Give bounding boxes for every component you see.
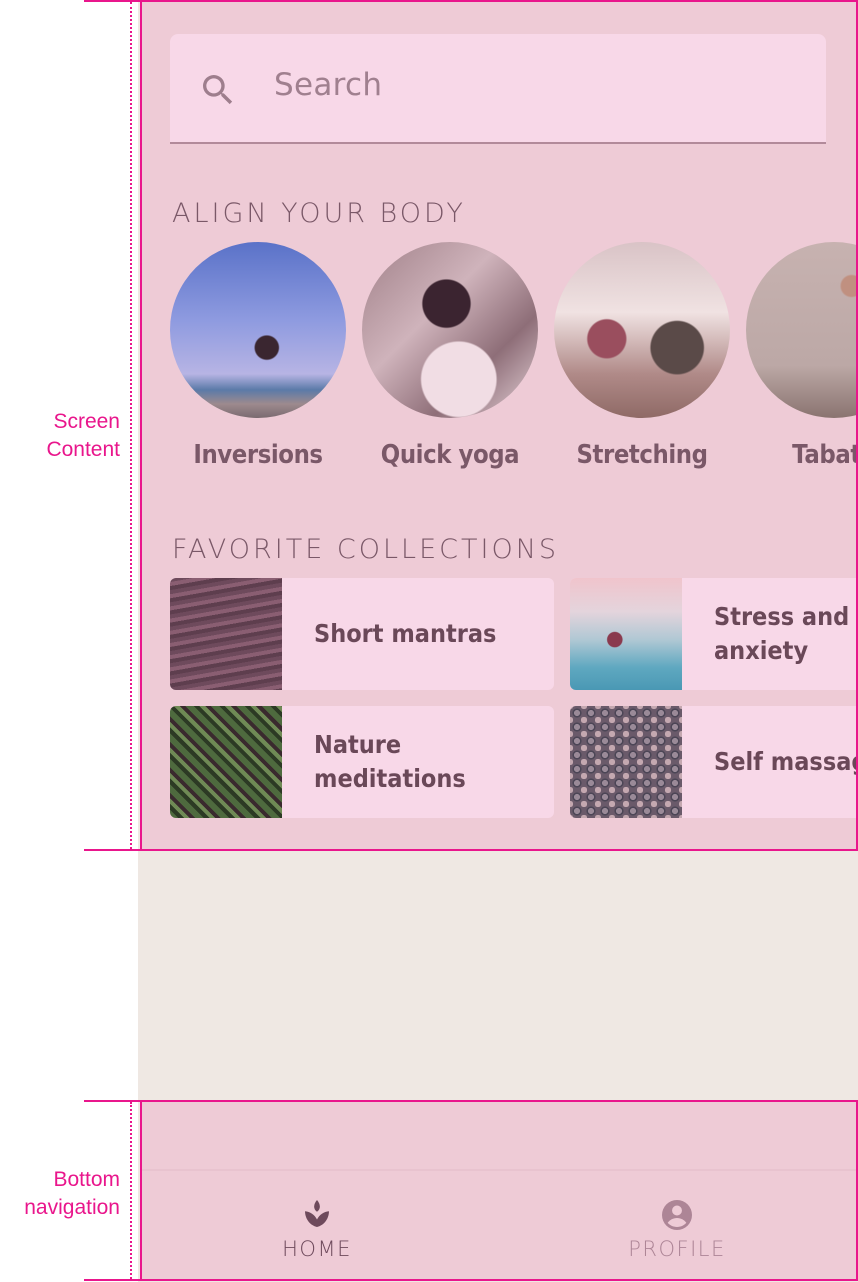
collection-card-self-massage[interactable]: Self massage (570, 706, 858, 818)
screen-content-top-marker (84, 0, 858, 2)
nav-item-profile[interactable]: PROFILE (577, 1197, 777, 1261)
annotation-text: Content (46, 438, 120, 461)
self-massage-image (570, 706, 682, 818)
search-placeholder[interactable]: Search (274, 67, 382, 103)
spa-icon (305, 1200, 329, 1227)
collection-card-nature-meditations[interactable]: Nature meditations (170, 706, 554, 818)
body-item-label: Stretching (576, 440, 708, 470)
collection-card-stress-and-anxiety[interactable]: Stress and anxiety (570, 578, 858, 690)
collection-card-short-mantras[interactable]: Short mantras (170, 578, 554, 690)
align-your-body-row[interactable]: Inversions Quick yoga Stretching Tabata (170, 242, 858, 470)
nav-label-home: HOME (282, 1237, 352, 1261)
search-icon (203, 75, 233, 105)
bottom-nav-bracket (130, 1102, 132, 1279)
body-item-stretching[interactable]: Stretching (554, 242, 730, 470)
inversions-image (170, 242, 346, 418)
screen-content-annotation: Screen Content (46, 408, 120, 464)
stress-and-anxiety-image (570, 578, 682, 690)
bottom-navigation: HOME PROFILE (140, 1101, 858, 1280)
account-circle-icon (662, 1200, 692, 1230)
favorite-collections-title: FAVORITE COLLECTIONS (172, 534, 560, 565)
body-item-inversions[interactable]: Inversions (170, 242, 346, 470)
quick-yoga-image (362, 242, 538, 418)
nature-meditations-image (170, 706, 282, 818)
bottom-navigation-annotation: Bottom navigation (24, 1166, 120, 1222)
body-item-quick-yoga[interactable]: Quick yoga (362, 242, 538, 470)
search-field[interactable]: Search (170, 34, 826, 144)
short-mantras-image (170, 578, 282, 690)
nav-label-profile: PROFILE (628, 1237, 726, 1261)
align-your-body-title: ALIGN YOUR BODY (172, 198, 466, 229)
tabata-image (746, 242, 858, 418)
collection-label: Stress and anxiety (714, 602, 850, 665)
body-item-label: Tabata (792, 440, 858, 470)
screen-content-left-marker (140, 0, 142, 851)
collection-label: Self massage (714, 747, 858, 776)
body-item-label: Inversions (193, 440, 323, 470)
annotation-text: Bottom (53, 1168, 120, 1191)
bottom-nav-bottom-marker (84, 1279, 858, 1281)
nav-divider (140, 1169, 858, 1171)
bottom-nav-top-marker (84, 1100, 858, 1102)
nav-item-home[interactable]: HOME (217, 1197, 417, 1261)
favorite-collections-grid: Short mantras Stress and anxiety Nature … (170, 578, 858, 818)
screen-content-bracket (130, 2, 132, 849)
body-item-tabata[interactable]: Tabata (746, 242, 858, 470)
stretching-image (554, 242, 730, 418)
screen-content-bottom-marker (84, 849, 858, 851)
collection-label: Short mantras (314, 619, 497, 648)
annotation-text: navigation (24, 1196, 120, 1219)
annotation-text: Screen (53, 410, 120, 433)
body-item-label: Quick yoga (380, 440, 520, 470)
screen-content: Search ALIGN YOUR BODY Inversions Quick … (140, 0, 858, 850)
collection-label: Nature meditations (314, 730, 466, 793)
bottom-nav-left-marker (140, 1100, 142, 1281)
